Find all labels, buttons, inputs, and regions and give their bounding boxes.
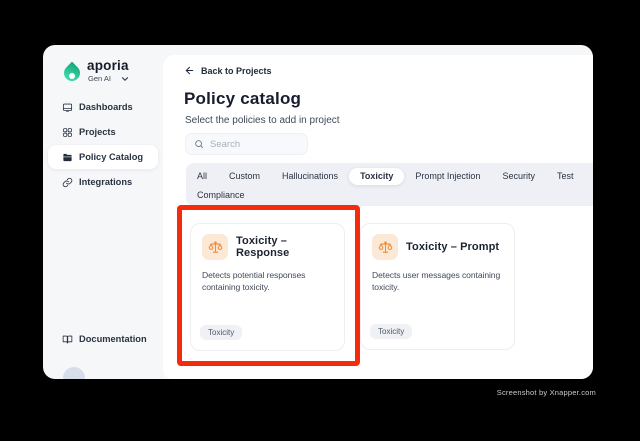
sidebar-item-label: Dashboards: [79, 102, 133, 112]
app-window: aporia Gen AI Dashboards Projects Policy…: [43, 45, 593, 379]
search-box[interactable]: [185, 133, 308, 155]
sidebar-item-label: Projects: [79, 127, 116, 137]
tab-toxicity[interactable]: Toxicity: [349, 168, 405, 185]
back-link-label: Back to Projects: [201, 65, 272, 76]
watermark: Screenshot by Xnapper.com: [496, 388, 596, 397]
brand-name: aporia: [87, 58, 129, 73]
sidebar-item-dashboards[interactable]: Dashboards: [48, 95, 158, 119]
sidebar-item-policy-catalog[interactable]: Policy Catalog: [48, 145, 158, 169]
arrow-left-icon: [185, 66, 194, 75]
tab-test[interactable]: Test: [546, 168, 585, 185]
sidebar-item-label: Policy Catalog: [79, 152, 144, 162]
sidebar-item-label: Integrations: [79, 177, 133, 187]
policy-card-toxicity-response[interactable]: Toxicity – Response Detects potential re…: [190, 223, 345, 351]
tab-bar: All Custom Hallucinations Toxicity Promp…: [186, 163, 593, 206]
book-icon: [62, 335, 73, 343]
chevron-down-icon[interactable]: [120, 74, 130, 84]
link-icon: [62, 177, 73, 187]
tab-prompt-injection[interactable]: Prompt Injection: [404, 168, 491, 185]
scales-icon: [372, 234, 398, 260]
policy-card-toxicity-prompt[interactable]: Toxicity – Prompt Detects user messages …: [360, 223, 515, 350]
projects-grid-icon: [63, 127, 72, 137]
sidebar-item-integrations[interactable]: Integrations: [48, 170, 158, 194]
page-title: Policy catalog: [184, 89, 302, 108]
policy-card-description: Detects user messages containing toxicit…: [372, 270, 501, 293]
tab-custom[interactable]: Custom: [218, 168, 271, 185]
workspace-label: Gen AI: [88, 74, 111, 83]
sidebar-item-projects[interactable]: Projects: [48, 120, 158, 144]
policy-card-title: Toxicity – Response: [236, 235, 290, 259]
workspace-switcher[interactable]: aporia Gen AI: [60, 58, 158, 90]
tab-hallucinations[interactable]: Hallucinations: [271, 168, 349, 185]
sidebar-item-label: Documentation: [79, 334, 147, 344]
dashboards-icon: [62, 103, 73, 112]
policy-card-title: Toxicity – Prompt: [406, 241, 500, 253]
avatar[interactable]: [63, 367, 85, 379]
policy-card-description: Detects potential responses containing t…: [202, 270, 306, 293]
sidebar-item-documentation[interactable]: Documentation: [48, 327, 158, 351]
screenshot-canvas: aporia Gen AI Dashboards Projects Policy…: [0, 0, 640, 441]
folder-icon: [63, 153, 72, 161]
search-input[interactable]: [210, 138, 299, 150]
scales-icon: [202, 234, 228, 260]
page-subtitle: Select the policies to add in project: [185, 115, 340, 126]
tab-security[interactable]: Security: [491, 168, 546, 185]
policy-tag: Toxicity: [200, 325, 243, 340]
search-icon: [195, 140, 203, 148]
policy-tag: Toxicity: [370, 324, 413, 339]
back-link[interactable]: Back to Projects: [184, 65, 272, 76]
aporia-logo-icon: [60, 61, 84, 85]
sidebar: aporia Gen AI Dashboards Projects Policy…: [43, 45, 163, 379]
tab-topics[interactable]: Topics: [584, 168, 593, 185]
main-panel: Back to Projects Policy catalog Select t…: [163, 55, 593, 379]
tab-all[interactable]: All: [186, 168, 218, 185]
tab-compliance[interactable]: Compliance: [186, 187, 256, 204]
